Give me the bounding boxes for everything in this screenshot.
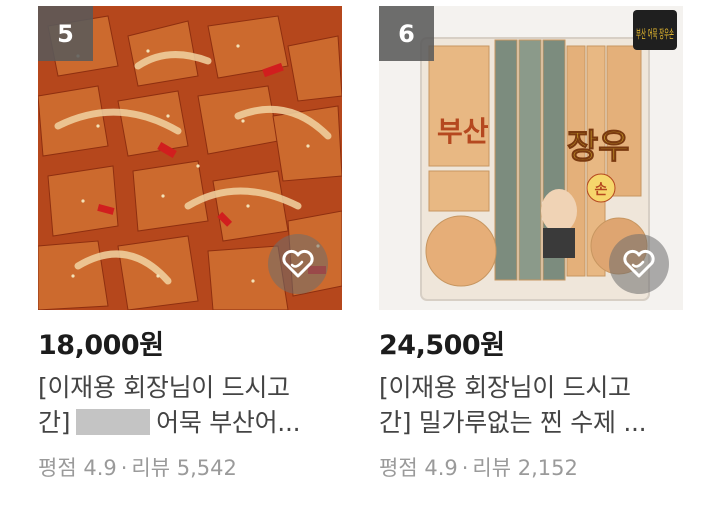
- package-label: 부산: [437, 115, 489, 148]
- rating-value: 4.9: [424, 456, 458, 480]
- product-price: 24,500원: [379, 330, 505, 361]
- product-title-line: 간] 어묵 부산어...: [38, 405, 342, 440]
- heart-outline-icon: [623, 249, 655, 278]
- review-label: 리뷰: [131, 456, 171, 480]
- favorite-button[interactable]: [609, 234, 669, 294]
- rating-reviews: 평점 4.9 · 리뷰 5,542: [38, 455, 342, 481]
- package-brand-logo: 부산 어묵 장우손: [636, 27, 674, 41]
- rating-label: 평점: [38, 456, 77, 480]
- package-badge: 손: [595, 182, 608, 198]
- product-title-line: [이재용 회장님이 드시고: [38, 373, 290, 402]
- product-image[interactable]: 부산 장우 부산 어묵 장우손 손 6: [379, 6, 683, 310]
- separator-dot: ·: [461, 456, 469, 480]
- product-title-suffix: 어묵 부산어...: [156, 408, 301, 437]
- product-title-prefix: 간]: [38, 408, 71, 437]
- product-price: 18,000원: [38, 330, 164, 361]
- product-image[interactable]: 5: [38, 6, 342, 310]
- rank-badge: 5: [38, 6, 93, 61]
- redacted-text: [76, 409, 151, 435]
- product-title-line: [이재용 회장님이 드시고: [379, 373, 631, 402]
- review-count: 2,152: [517, 456, 578, 480]
- product-title[interactable]: [이재용 회장님이 드시고 간] 밀가루없는 찐 수제 ...: [379, 370, 683, 440]
- review-label: 리뷰: [472, 456, 512, 480]
- product-card[interactable]: 부산 장우 부산 어묵 장우손 손 6 24,500원 [이재용 회장님이 드시…: [379, 6, 683, 481]
- package-label: 장우: [567, 127, 630, 167]
- separator-dot: ·: [120, 456, 128, 480]
- rating-value: 4.9: [83, 456, 117, 480]
- product-title-line: 간] 밀가루없는 찐 수제 ...: [379, 408, 647, 437]
- rating-reviews: 평점 4.9 · 리뷰 2,152: [379, 455, 683, 481]
- product-title[interactable]: [이재용 회장님이 드시고 간] 어묵 부산어...: [38, 370, 342, 440]
- product-card[interactable]: 5 18,000원 [이재용 회장님이 드시고 간] 어묵 부산어... 평점 4…: [38, 6, 342, 481]
- review-count: 5,542: [176, 456, 237, 480]
- rating-label: 평점: [379, 456, 418, 480]
- heart-outline-icon: [282, 249, 314, 278]
- rank-badge: 6: [379, 6, 434, 61]
- favorite-button[interactable]: [268, 234, 328, 294]
